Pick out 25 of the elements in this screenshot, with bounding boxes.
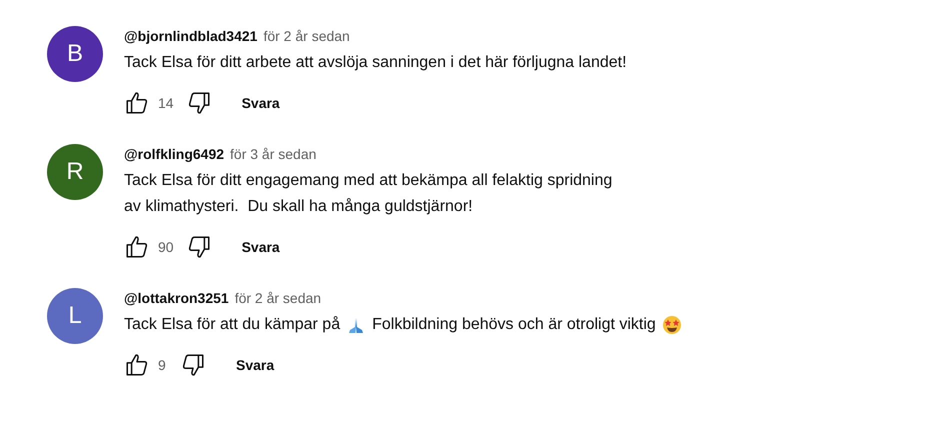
avatar[interactable]: B	[47, 26, 103, 82]
comment-text: Folkbildning behövs och är otroligt viktig	[372, 315, 656, 335]
timestamp[interactable]: för 2 år sedan	[263, 28, 350, 44]
thumbs-up-icon[interactable]	[124, 352, 150, 378]
like-count: 14	[158, 95, 174, 111]
timestamp[interactable]: för 2 år sedan	[234, 290, 322, 306]
username[interactable]: @rolfkling6492	[124, 146, 224, 162]
reply-button[interactable]: Svara	[228, 353, 282, 377]
username[interactable]: @lottakron3251	[124, 290, 229, 306]
comment-text: Tack Elsa för ditt arbete att avslöja sanningen i det här förljugna landet!	[124, 53, 627, 73]
thumbs-up-icon[interactable]	[124, 234, 150, 260]
star-eyes-face-icon	[662, 315, 682, 335]
comment-text: Tack Elsa för ditt engagemang med att bekämpa all felaktig spridning	[124, 171, 612, 191]
avatar[interactable]: R	[47, 144, 103, 200]
like-count: 90	[158, 239, 174, 255]
comment-text: av klimathysteri. Du skall ha många guldstjärnor!	[124, 197, 473, 217]
like-count: 9	[158, 357, 167, 373]
reply-button[interactable]: Svara	[234, 235, 288, 259]
timestamp[interactable]: för 3 år sedan	[230, 146, 316, 162]
reply-button[interactable]: Svara	[234, 91, 288, 115]
avatar[interactable]: L	[47, 288, 103, 344]
username[interactable]: @bjornlindblad3421	[124, 28, 258, 44]
comment-text: Tack Elsa för att du kämpar på	[124, 315, 340, 335]
thumbs-down-icon[interactable]	[180, 352, 206, 378]
thumbs-up-icon[interactable]	[124, 90, 150, 116]
